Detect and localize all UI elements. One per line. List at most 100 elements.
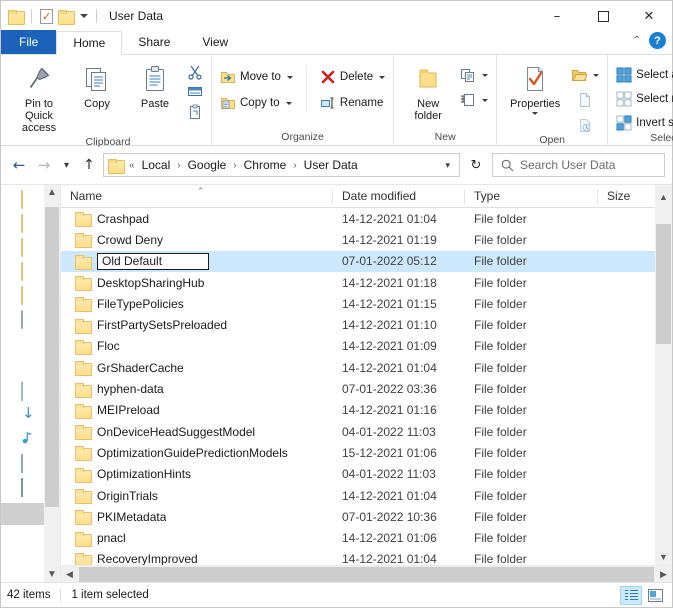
new-folder-button[interactable]: New folder — [399, 61, 457, 124]
up-button[interactable]: ↑ — [78, 153, 100, 177]
open-chevron-down-icon[interactable] — [593, 73, 600, 77]
hscroll-right-arrow-icon[interactable]: ▶ — [655, 569, 672, 580]
file-name-cell[interactable]: RecoveryImproved — [61, 552, 333, 565]
file-name-cell[interactable]: PKIMetadata — [61, 510, 333, 526]
search-input[interactable]: Search User Data — [520, 158, 615, 172]
table-row[interactable]: GrShaderCache 14-12-2021 01:04 File folder — [61, 357, 655, 378]
path-overflow-icon[interactable]: « — [128, 160, 136, 171]
table-row[interactable]: RecoveryImproved 14-12-2021 01:04 File fol… — [61, 549, 655, 565]
file-list-scroll-thumb[interactable] — [656, 224, 671, 344]
file-name-cell[interactable]: OptimizationHints — [61, 467, 333, 483]
breadcrumb-sep-1[interactable]: › — [176, 160, 181, 171]
sidebar-item-pictures[interactable] — [21, 454, 37, 473]
edit-button[interactable] — [574, 91, 596, 109]
help-icon[interactable]: ? — [649, 32, 666, 49]
sidebar-item-music[interactable] — [21, 431, 37, 445]
move-to-chevron-down-icon[interactable] — [286, 75, 293, 79]
pin-to-quick-access-button[interactable]: Pin to Quick access — [10, 61, 68, 136]
breadcrumb-sep-2[interactable]: › — [232, 160, 237, 171]
properties-button[interactable]: Properties — [502, 61, 568, 117]
file-name-cell[interactable]: Crowd Deny — [61, 233, 333, 249]
file-name-cell[interactable]: Floc — [61, 339, 333, 355]
file-list-scroll-down-arrow-icon[interactable]: ▼ — [659, 549, 668, 565]
table-row[interactable]: Crashpad 14-12-2021 01:04 File folder — [61, 208, 655, 229]
nav-scroll-thumb[interactable] — [45, 207, 59, 507]
new-item-button[interactable] — [457, 66, 491, 84]
file-name-cell[interactable]: DesktopSharingHub — [61, 276, 333, 292]
nav-scroll-up-arrow-icon[interactable]: ▲ — [47, 185, 57, 200]
file-name-cell[interactable]: FirstPartySetsPreloaded — [61, 318, 333, 334]
hscroll-thumb[interactable] — [79, 566, 654, 582]
table-row[interactable]: Floc 14-12-2021 01:09 File folder — [61, 336, 655, 357]
breadcrumb-user-data[interactable]: User Data — [300, 157, 362, 173]
breadcrumb-google[interactable]: Google — [184, 157, 231, 173]
table-row[interactable]: DesktopSharingHub 14-12-2021 01:18 File fo… — [61, 272, 655, 293]
sidebar-item-folder-2[interactable] — [21, 214, 37, 233]
file-name-cell[interactable]: pnacl — [61, 531, 333, 547]
table-row[interactable]: Old Default 07-01-2022 05:12 File folder — [61, 250, 655, 272]
recent-locations-chevron-down-icon[interactable]: ▾ — [58, 153, 75, 177]
history-button[interactable] — [574, 116, 596, 134]
easy-access-button[interactable] — [457, 91, 491, 109]
sidebar-item-drive-2[interactable] — [21, 527, 37, 541]
tab-file[interactable]: File — [1, 30, 57, 54]
delete-chevron-down-icon[interactable] — [379, 75, 386, 79]
column-header-date-modified[interactable]: Date modified — [333, 185, 465, 208]
refresh-button[interactable]: ↻ — [463, 153, 489, 177]
breadcrumb-local[interactable]: Local — [138, 157, 175, 173]
file-list-horizontal-scrollbar[interactable]: ◀ ▶ — [61, 565, 672, 582]
table-row[interactable]: FileTypePolicies 14-12-2021 01:15 File fol… — [61, 293, 655, 314]
table-row[interactable]: OptimizationGuidePredictionModels 15-12-2… — [61, 442, 655, 463]
tab-share[interactable]: Share — [122, 30, 186, 54]
sidebar-item-documents[interactable] — [21, 382, 37, 401]
copy-to-button[interactable]: Copy to — [217, 94, 295, 112]
details-view-button[interactable] — [620, 585, 642, 605]
table-row[interactable]: OnDeviceHeadSuggestModel 04-01-2022 11:03… — [61, 421, 655, 442]
column-header-name[interactable]: Name ⌃ — [61, 185, 333, 208]
paste-button[interactable]: Paste — [126, 61, 184, 112]
tab-view[interactable]: View — [186, 30, 244, 54]
sidebar-item-folder-4[interactable] — [21, 262, 37, 281]
table-row[interactable]: MEIPreload 14-12-2021 01:16 File folder — [61, 400, 655, 421]
sidebar-item-downloads[interactable] — [21, 407, 37, 421]
easy-access-chevron-down-icon[interactable] — [482, 98, 489, 102]
file-name-cell[interactable]: OnDeviceHeadSuggestModel — [61, 425, 333, 441]
properties-chevron-down-icon[interactable] — [532, 112, 539, 115]
sidebar-item-folder-3[interactable] — [21, 238, 37, 257]
file-name-cell[interactable]: GrShaderCache — [61, 361, 333, 377]
file-name-cell[interactable]: OriginTrials — [61, 489, 333, 504]
table-row[interactable]: Crowd Deny 14-12-2021 01:19 File folder — [61, 229, 655, 250]
sidebar-item-network[interactable] — [21, 551, 37, 565]
new-item-chevron-down-icon[interactable] — [482, 73, 489, 77]
file-name-cell[interactable]: hyphen-data — [61, 382, 333, 398]
nav-pane-scrollbar[interactable]: ▲ ▼ — [44, 185, 60, 582]
tab-home[interactable]: Home — [56, 31, 123, 55]
address-dropdown-chevron-down-icon[interactable]: ▾ — [438, 160, 457, 171]
qat-new-folder-icon[interactable] — [58, 9, 75, 25]
forward-button[interactable]: → — [33, 153, 55, 177]
list-scroll-up-arrow-icon[interactable]: ▲ — [655, 185, 672, 208]
back-button[interactable]: ← — [8, 153, 30, 177]
open-button[interactable] — [568, 66, 602, 84]
search-box[interactable]: Search User Data — [492, 153, 665, 177]
table-row[interactable]: OptimizationHints 04-01-2022 11:03 File fo… — [61, 464, 655, 485]
maximize-button[interactable] — [580, 1, 626, 31]
column-header-type[interactable]: Type — [465, 185, 598, 208]
delete-button[interactable]: Delete — [317, 68, 388, 86]
sidebar-item-local-disk[interactable] — [21, 503, 37, 517]
invert-selection-button[interactable]: Invert selection — [613, 114, 673, 132]
table-row[interactable]: pnacl 14-12-2021 01:06 File folder — [61, 527, 655, 548]
breadcrumb-sep-3[interactable]: › — [292, 160, 297, 171]
sidebar-item-this-pc[interactable] — [21, 310, 37, 329]
rename-input[interactable]: Old Default — [97, 252, 209, 270]
sidebar-item-desktop[interactable] — [21, 359, 37, 373]
address-path-field[interactable]: « Local › Google › Chrome › User Data ▾ — [103, 153, 460, 177]
collapse-ribbon-chevron-up-icon[interactable]: ⌃ — [633, 35, 641, 46]
sidebar-item-3d-objects[interactable] — [21, 335, 37, 349]
select-all-button[interactable]: Select all — [613, 66, 673, 84]
minimize-button[interactable]: – — [534, 1, 580, 31]
qat-customize-chevron-down-icon[interactable] — [80, 14, 88, 18]
file-name-cell[interactable]: OptimizationGuidePredictionModels — [61, 446, 333, 462]
sidebar-item-videos[interactable] — [21, 478, 37, 497]
close-button[interactable]: ✕ — [626, 1, 672, 31]
